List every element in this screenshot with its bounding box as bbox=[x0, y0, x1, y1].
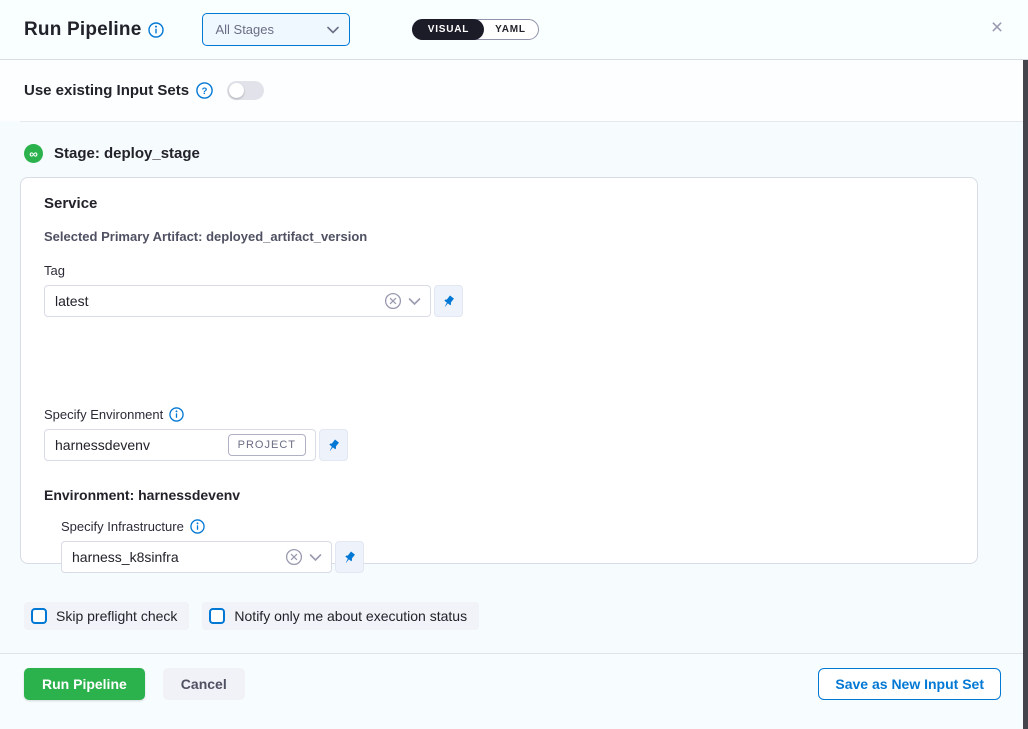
deploy-stage-icon: ∞ bbox=[24, 144, 43, 163]
project-scope-badge: PROJECT bbox=[228, 434, 306, 456]
chevron-down-icon bbox=[327, 26, 339, 34]
circle-x-icon[interactable] bbox=[285, 548, 303, 566]
save-as-new-input-set-button[interactable]: Save as New Input Set bbox=[818, 668, 1001, 700]
stage-row: ∞ Stage: deploy_stage bbox=[0, 122, 1028, 177]
dialog-footer: Run Pipeline Cancel Save as New Input Se… bbox=[0, 654, 1028, 714]
pin-icon bbox=[339, 546, 360, 567]
notify-only-me-label: Notify only me about execution status bbox=[234, 608, 467, 624]
page-background-edge bbox=[1023, 0, 1028, 729]
tag-label-text: Tag bbox=[44, 263, 65, 278]
environment-pin-button[interactable] bbox=[319, 429, 348, 461]
input-sets-row: Use existing Input Sets ? bbox=[0, 60, 1028, 121]
skip-preflight-label: Skip preflight check bbox=[56, 608, 177, 624]
circle-x-icon[interactable] bbox=[384, 292, 402, 310]
visual-yaml-toggle: VISUAL YAML bbox=[412, 19, 539, 40]
page-title: Run Pipeline bbox=[24, 19, 141, 41]
dialog-header: Run Pipeline All Stages VISUAL YAML × bbox=[0, 0, 1028, 60]
tag-input-row bbox=[44, 285, 953, 317]
close-icon[interactable]: × bbox=[984, 14, 1010, 40]
infrastructure-input[interactable] bbox=[72, 549, 279, 565]
chevron-down-icon[interactable] bbox=[408, 297, 421, 306]
infrastructure-label-text: Specify Infrastructure bbox=[61, 519, 184, 534]
svg-text:?: ? bbox=[202, 86, 208, 97]
tag-input[interactable] bbox=[55, 293, 378, 309]
environment-field-label: Specify Environment bbox=[44, 407, 953, 422]
hidden-section-gap bbox=[44, 317, 953, 388]
stage-scope-value: All Stages bbox=[215, 22, 327, 37]
environment-heading: Environment: harnessdevenv bbox=[44, 487, 953, 503]
cancel-button[interactable]: Cancel bbox=[163, 668, 245, 700]
dialog-body: ∞ Stage: deploy_stage Service Selected P… bbox=[0, 122, 1028, 714]
environment-input[interactable] bbox=[55, 437, 222, 453]
execution-options-row: Skip preflight check Notify only me abou… bbox=[24, 602, 1028, 630]
notify-only-me-option[interactable]: Notify only me about execution status bbox=[202, 602, 479, 630]
question-circle-icon[interactable]: ? bbox=[196, 82, 213, 99]
run-pipeline-dialog: Run Pipeline All Stages VISUAL YAML × Us… bbox=[0, 0, 1028, 729]
infrastructure-input-box bbox=[61, 541, 332, 573]
info-icon[interactable] bbox=[190, 519, 205, 534]
tag-input-box bbox=[44, 285, 431, 317]
notify-only-me-checkbox[interactable] bbox=[209, 608, 225, 624]
service-card-title: Service bbox=[44, 195, 953, 212]
selected-artifact-line: Selected Primary Artifact: deployed_arti… bbox=[44, 229, 953, 244]
service-card: Service Selected Primary Artifact: deplo… bbox=[20, 177, 978, 564]
chevron-down-icon[interactable] bbox=[309, 553, 322, 562]
infrastructure-field-label: Specify Infrastructure bbox=[61, 519, 953, 534]
info-icon[interactable] bbox=[148, 22, 164, 38]
skip-preflight-option[interactable]: Skip preflight check bbox=[24, 602, 189, 630]
run-pipeline-button[interactable]: Run Pipeline bbox=[24, 668, 145, 700]
info-icon[interactable] bbox=[169, 407, 184, 422]
environment-input-box: PROJECT bbox=[44, 429, 316, 461]
input-sets-toggle[interactable] bbox=[227, 81, 264, 100]
infrastructure-section: Specify Infrastructure bbox=[61, 519, 953, 573]
tag-field-label: Tag bbox=[44, 263, 953, 278]
environment-label-text: Specify Environment bbox=[44, 407, 163, 422]
environment-input-row: PROJECT bbox=[44, 429, 953, 461]
infrastructure-pin-button[interactable] bbox=[335, 541, 364, 573]
pin-icon bbox=[438, 290, 459, 311]
stage-label: Stage: deploy_stage bbox=[54, 145, 200, 162]
toggle-knob bbox=[229, 83, 244, 98]
stage-scope-select[interactable]: All Stages bbox=[202, 13, 350, 46]
pin-icon bbox=[323, 434, 344, 455]
tag-pin-button[interactable] bbox=[434, 285, 463, 317]
tab-yaml[interactable]: YAML bbox=[481, 19, 539, 40]
infrastructure-input-row bbox=[61, 541, 953, 573]
tab-visual[interactable]: VISUAL bbox=[412, 19, 484, 40]
input-sets-label: Use existing Input Sets bbox=[24, 82, 189, 99]
skip-preflight-checkbox[interactable] bbox=[31, 608, 47, 624]
